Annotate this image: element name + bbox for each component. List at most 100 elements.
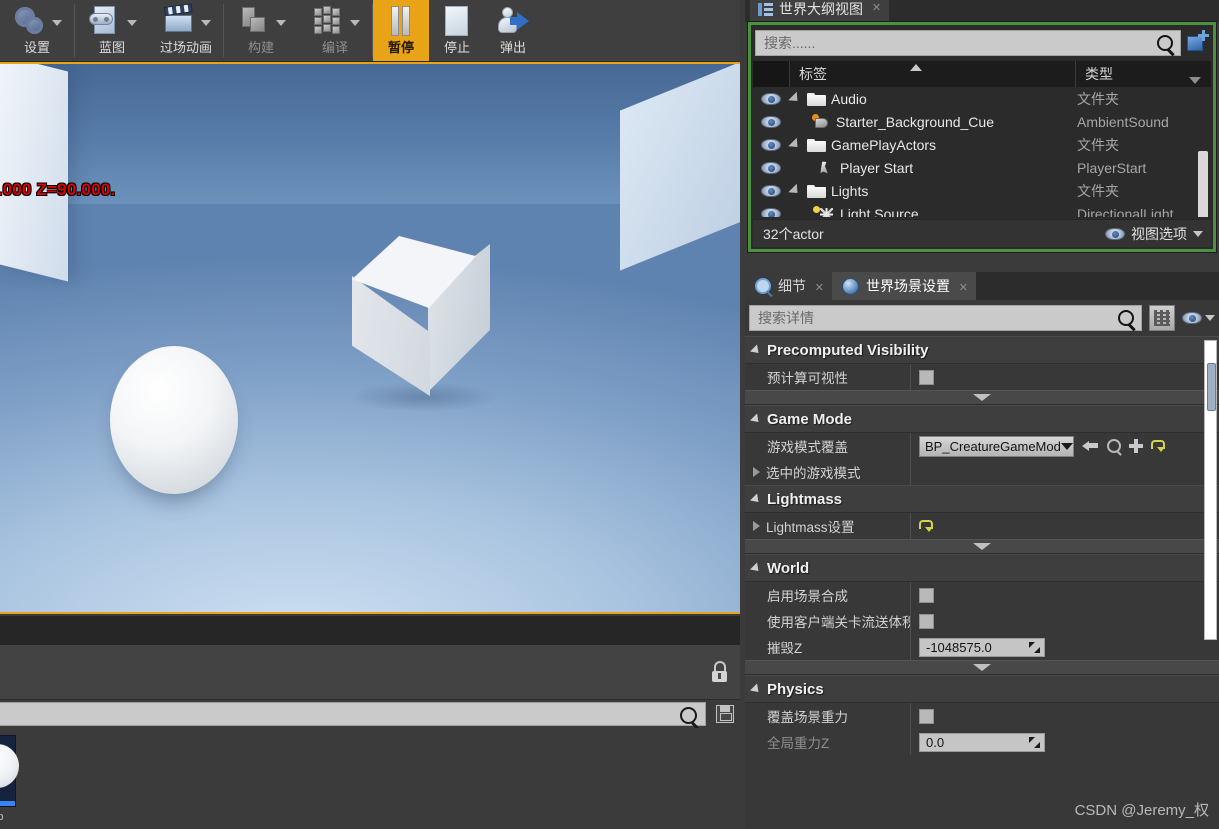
expand-triangle-icon[interactable] [788, 91, 802, 106]
chevron-down-icon[interactable] [275, 20, 286, 26]
add-actor-icon[interactable] [1187, 30, 1209, 54]
kill-z-input[interactable]: -1048575.0 [919, 637, 1045, 657]
reset-to-default-icon[interactable] [1151, 439, 1165, 453]
toolbar-label-pause: 暂停 [387, 40, 414, 55]
property-row-client-side-streaming[interactable]: 使用客户端关卡流送体积 [745, 608, 1219, 634]
details-scrollbar[interactable] [1204, 340, 1217, 640]
property-row-game-mode-override[interactable]: 游戏模式覆盖 BP_CreatureGameMod [745, 433, 1219, 459]
toolbar-button-pause[interactable]: 暂停 [373, 0, 429, 61]
category-header-precomputed-visibility[interactable]: Precomputed Visibility [745, 336, 1219, 364]
global-gravity-z-input[interactable]: 0.0 [919, 732, 1045, 752]
chevron-down-icon[interactable] [51, 20, 62, 26]
outliner-row[interactable]: GamePlayActors 文件夹 [753, 133, 1211, 156]
outliner-search-input[interactable]: 搜索...... [755, 30, 1181, 56]
category-title: Lightmass [767, 490, 843, 508]
close-icon[interactable]: ✕ [959, 281, 968, 294]
game-mode-combo[interactable]: BP_CreatureGameMod [919, 435, 1074, 457]
folder-icon [807, 92, 826, 106]
category-separator[interactable] [745, 660, 1219, 675]
toolbar-label-eject: 弹出 [499, 40, 526, 55]
toolbar-button-stop[interactable]: 停止 [429, 0, 485, 61]
drag-handle-icon[interactable] [1029, 736, 1040, 748]
browse-back-icon[interactable] [1082, 439, 1099, 453]
outliner-column-label[interactable]: 标签 [789, 61, 1075, 87]
category-header-world[interactable]: World [745, 554, 1219, 582]
toolbar-button-build[interactable]: 构建 [224, 0, 298, 61]
visibility-toggle[interactable] [753, 161, 789, 174]
outliner-column-type[interactable]: 类型 [1075, 61, 1211, 87]
category-header-lightmass[interactable]: Lightmass [745, 485, 1219, 513]
outliner-row-type: AmbientSound [1077, 113, 1169, 130]
outliner-row[interactable]: Lights 文件夹 [753, 179, 1211, 202]
category-title: Precomputed Visibility [767, 341, 929, 359]
viewport-sphere [110, 346, 238, 494]
toolbar-button-compile[interactable]: 编译 [298, 0, 372, 61]
outliner-row[interactable]: Starter_Background_Cue AmbientSound [753, 110, 1211, 133]
property-row-lightmass-settings[interactable]: Lightmass设置 [745, 513, 1219, 539]
view-options-button[interactable]: 视图选项 [1105, 224, 1203, 244]
category-header-physics[interactable]: Physics [745, 675, 1219, 703]
outliner-column-header: 标签 类型 [753, 61, 1211, 87]
tab-world-outliner[interactable]: 世界大纲视图 ✕ [750, 0, 889, 22]
toolbar-button-blueprint[interactable]: 蓝图 [75, 0, 149, 61]
tab-world-settings[interactable]: 世界场景设置 ✕ [832, 272, 976, 300]
property-row-global-gravity-z[interactable]: 全局重力Z 0.0 [745, 729, 1219, 755]
property-row-override-world-gravity[interactable]: 覆盖场景重力 [745, 703, 1219, 729]
lock-icon[interactable] [710, 661, 730, 683]
category-separator[interactable] [745, 390, 1219, 405]
checkbox[interactable] [919, 369, 934, 385]
details-search-input[interactable]: 搜索详情 [749, 305, 1142, 331]
chevron-down-icon[interactable] [349, 20, 360, 26]
tab-details[interactable]: 细节 ✕ [745, 272, 832, 300]
outliner-scrollbar[interactable] [1198, 151, 1208, 217]
world-settings-panel: 搜索详情 Precomputed Visibility 预计算可视性 Game … [745, 300, 1219, 829]
property-row-selected-game-mode[interactable]: 选中的游戏模式 [745, 459, 1219, 485]
chevron-down-icon[interactable] [126, 20, 137, 26]
category-separator[interactable] [745, 539, 1219, 554]
drag-handle-icon[interactable] [1029, 641, 1040, 653]
visibility-toggle[interactable] [753, 184, 789, 197]
asset-thumbnail[interactable] [0, 735, 19, 807]
save-icon[interactable] [716, 705, 734, 723]
column-menu-icon[interactable] [1189, 77, 1201, 84]
visibility-toggle[interactable] [753, 138, 789, 151]
checkbox[interactable] [919, 613, 934, 629]
expand-triangle-icon[interactable] [788, 137, 802, 152]
property-row-kill-z[interactable]: 摧毁Z -1048575.0 [745, 634, 1219, 660]
new-asset-icon[interactable] [1129, 439, 1143, 453]
content-browser-asset-grid[interactable]: Sp [0, 728, 740, 829]
toolbar-button-eject[interactable]: 弹出 [485, 0, 541, 61]
expand-triangle-icon[interactable] [788, 183, 802, 198]
property-row-enable-world-composition[interactable]: 启用场景合成 [745, 582, 1219, 608]
checkbox[interactable] [919, 587, 934, 603]
outliner-row[interactable]: Audio 文件夹 [753, 87, 1211, 110]
browse-asset-icon[interactable] [1107, 439, 1121, 453]
outliner-row[interactable]: Light Source DirectionalLight [753, 202, 1211, 217]
details-scroll-area[interactable]: Precomputed Visibility 预计算可视性 Game Mode … [745, 336, 1219, 829]
outliner-row[interactable]: Player Start PlayerStart [753, 156, 1211, 179]
details-view-options-button[interactable] [1182, 312, 1215, 324]
close-icon[interactable]: ✕ [815, 281, 824, 294]
visibility-toggle[interactable] [753, 115, 789, 128]
chevron-down-icon[interactable] [200, 20, 211, 26]
property-row-precomputed-visibility[interactable]: 预计算可视性 [745, 364, 1219, 390]
checkbox[interactable] [919, 708, 934, 724]
content-browser-search-input[interactable] [0, 702, 706, 726]
level-viewport[interactable]: 0.000 Z=90.000. [0, 62, 740, 614]
tab-label-world-outliner: 世界大纲视图 [779, 1, 863, 17]
tab-label-details: 细节 [778, 278, 806, 294]
expand-triangle-icon[interactable] [753, 467, 760, 477]
outliner-list[interactable]: Audio 文件夹 Starter_Background_Cue Ambient… [753, 87, 1211, 217]
close-icon[interactable]: ✕ [871, 3, 882, 14]
game-mode-combo-value: BP_CreatureGameMod [925, 438, 1061, 454]
expand-triangle-icon[interactable] [753, 521, 760, 531]
visibility-toggle[interactable] [753, 207, 789, 217]
toolbar-button-settings[interactable]: 设置 [0, 0, 74, 61]
toolbar-button-cinematics[interactable]: 过场动画 [149, 0, 223, 61]
reset-to-default-icon[interactable] [919, 519, 933, 533]
visibility-toggle[interactable] [753, 92, 789, 105]
property-value: -1048575.0 [910, 634, 1219, 660]
grid-view-icon[interactable] [1149, 305, 1175, 331]
details-scrollbar-thumb[interactable] [1207, 363, 1216, 411]
category-header-game-mode[interactable]: Game Mode [745, 405, 1219, 433]
